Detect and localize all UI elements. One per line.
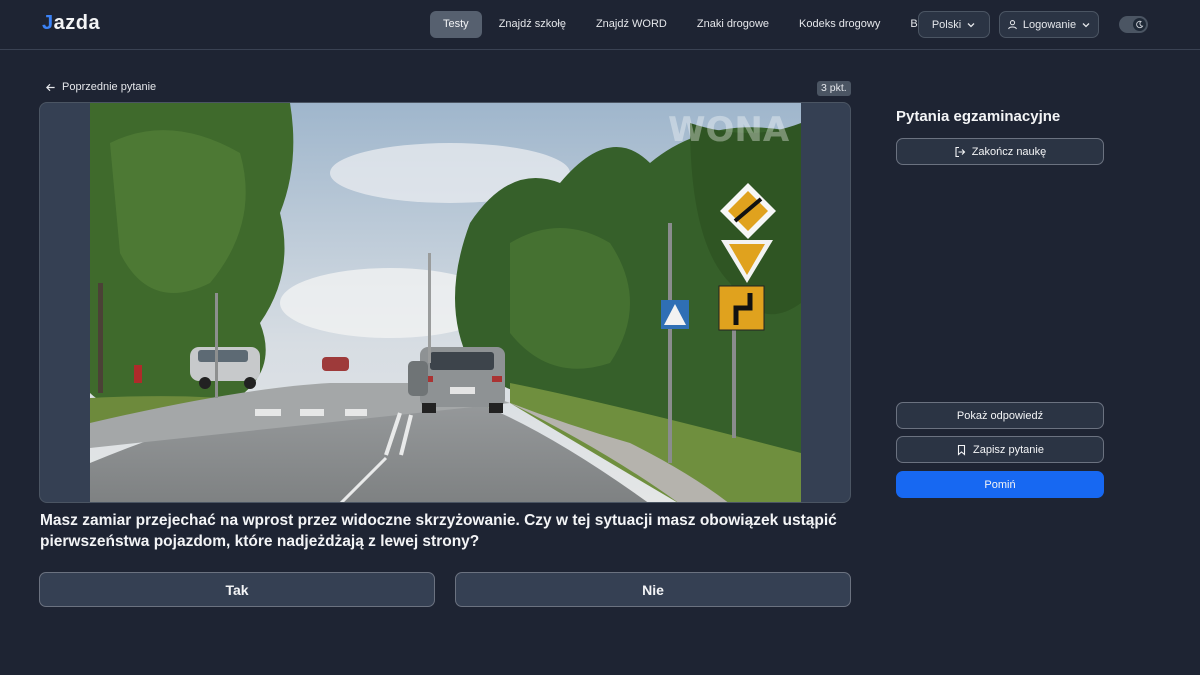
question-text: Masz zamiar przejechać na wprost przez w… (40, 512, 837, 550)
answer-no-button[interactable]: Nie (455, 572, 851, 607)
logo-text: azda (53, 12, 101, 34)
previous-question-link[interactable]: Poprzednie pytanie (45, 81, 156, 93)
arrow-left-icon (45, 82, 56, 93)
nav-item-testy[interactable]: Testy (430, 11, 482, 38)
end-learning-button[interactable]: Zakończ naukę (896, 138, 1104, 165)
main-nav: Testy Znajdź szkołę Znajdź WORD Znaki dr… (430, 11, 947, 38)
language-select[interactable]: Polski (918, 11, 990, 38)
save-question-button[interactable]: Zapisz pytanie (896, 436, 1104, 463)
login-label: Logowanie (1022, 18, 1077, 31)
nav-item-find-school[interactable]: Znajdź szkołę (484, 11, 581, 38)
logo[interactable]: Jazda (42, 12, 100, 35)
sidebar-title: Pytania egzaminacyjne (896, 108, 1061, 125)
car-ahead (420, 347, 505, 413)
question-media: WONA (39, 102, 851, 503)
end-learning-label: Zakończ naukę (971, 145, 1047, 158)
top-navbar: Jazda Testy Znajdź szkołę Znajdź WORD Zn… (0, 0, 1200, 50)
save-question-label: Zapisz pytanie (973, 443, 1044, 456)
bookmark-icon (956, 444, 967, 456)
logo-mark: J (42, 12, 54, 34)
points-badge: 3 pkt. (817, 81, 851, 96)
language-label: Polski (931, 18, 962, 31)
chevron-down-icon (966, 20, 976, 30)
theme-toggle[interactable] (1119, 16, 1148, 33)
skip-button[interactable]: Pomiń (896, 471, 1104, 498)
nav-item-find-word[interactable]: Znajdź WORD (581, 11, 682, 38)
log-out-icon (954, 146, 966, 158)
chevron-down-icon (1081, 20, 1091, 30)
svg-text:WONA: WONA (668, 110, 790, 150)
nav-item-road-signs[interactable]: Znaki drogowe (682, 11, 784, 38)
nav-item-traffic-code[interactable]: Kodeks drogowy (784, 11, 895, 38)
previous-question-label: Poprzednie pytanie (62, 81, 157, 93)
answer-yes-button[interactable]: Tak (39, 572, 435, 607)
show-answer-button[interactable]: Pokaż odpowiedź (896, 402, 1104, 429)
intersection-photo: WONA (90, 103, 801, 502)
moon-icon (1133, 18, 1146, 31)
login-button[interactable]: Logowanie (999, 11, 1099, 38)
user-icon (1007, 19, 1018, 30)
